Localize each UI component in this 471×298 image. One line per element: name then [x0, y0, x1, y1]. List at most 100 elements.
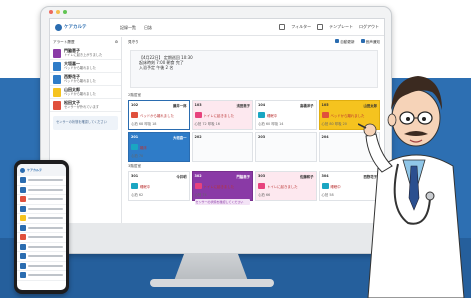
template-icon[interactable]	[317, 24, 324, 30]
alert-status-icon	[53, 87, 61, 97]
template-link[interactable]: テンプレート	[329, 24, 353, 30]
filter-icon[interactable]	[279, 24, 286, 30]
alert-header-label: アラート履歴	[53, 39, 75, 44]
status-text: 睡眠中	[267, 113, 278, 118]
phone-list-item[interactable]	[17, 195, 66, 205]
sidebar-note: センサーの状態を確認してください	[53, 116, 118, 130]
status-text: 睡眠中	[140, 184, 151, 189]
room-number: 202	[194, 135, 202, 139]
phone-status-icon	[20, 262, 26, 269]
phone-logo-icon	[20, 167, 25, 173]
room-card[interactable]: 302 門脇恵子 トイレに起きました 心拍 74 センサーの状態を確認してください	[191, 171, 253, 205]
tab-diary[interactable]: 日誌	[144, 25, 152, 31]
window-controls	[41, 7, 391, 17]
room-card[interactable]: 103 浅田恵子トイレに起きました心拍 72 呼吸 16	[191, 100, 253, 130]
alert-item[interactable]: 松田文子 センサーが外れています	[50, 99, 121, 112]
room-card[interactable]: 102 藤井一郎 ベッドから離れました心拍 68 呼吸 18	[128, 100, 190, 130]
room-card-header: 203	[258, 135, 314, 139]
vital-values: 心拍 68 呼吸 18	[131, 122, 157, 126]
room-status: トイレに起きました	[194, 111, 251, 119]
app-header: ケアカルテ フィルター テンプレート ログアウト	[50, 19, 384, 36]
alert-item[interactable]: 西野花子 ベッドから離れました	[50, 73, 121, 86]
phone-list-item[interactable]	[17, 252, 66, 262]
alert-item[interactable]: 山田太郎 ベッドから離れました	[50, 86, 121, 99]
alert-status-icon	[53, 48, 61, 58]
room-row-3: 301 今井明 睡眠中 心拍 62 302 門脇恵子 トイレに起きました 心拍 74 センサーの…	[124, 171, 384, 205]
room-card[interactable]: 202	[191, 132, 253, 162]
phone-screen: ケアカルテ	[17, 164, 66, 290]
room-row-1: 102 藤井一郎 ベッドから離れました 心拍 68 呼吸 18 103 浅田恵子 トイレに起…	[124, 100, 384, 130]
room-number: 203	[258, 135, 266, 139]
auto-refresh-check[interactable]: 自動更新	[335, 39, 355, 45]
room-number: 301	[131, 174, 139, 178]
alert-list: 門脇恵子 トイレに起き上がりました 大垣喜一 ベッドから離れました 西野花子 ベッドから離…	[50, 47, 121, 112]
vital-values: 心拍 66	[258, 193, 271, 197]
sensor-warning: センサーの状態を確認してください	[194, 199, 250, 205]
minimize-dot[interactable]	[56, 10, 60, 14]
logo-icon	[55, 23, 62, 31]
room-status: トイレに起きました	[194, 182, 251, 190]
room-number: 302	[194, 174, 202, 178]
phone-list-item[interactable]	[17, 233, 66, 243]
app-logo[interactable]: ケアカルテ	[55, 23, 87, 31]
phone-list-item[interactable]	[17, 176, 66, 186]
phone-header: ケアカルテ	[17, 164, 66, 176]
status-icon	[131, 144, 138, 150]
phone-list-item[interactable]	[17, 186, 66, 195]
status-text: トイレに起きました	[267, 184, 298, 189]
monitoring-main: 見守り 自動更新 音声通知 【4月22日】 定期巡回 10:30 起床時刻 7:…	[124, 37, 384, 223]
phone-list-item[interactable]	[17, 243, 66, 252]
room-card[interactable]: 201 大垣喜一 離床 心拍 70	[128, 132, 190, 162]
monitor-stand-base	[150, 279, 274, 287]
status-icon	[131, 183, 138, 189]
toolbar-checks: 自動更新 音声通知	[335, 39, 380, 45]
phone-list-item[interactable]	[17, 262, 66, 271]
app-screen: ケアカルテ フィルター テンプレート ログアウト 記録一覧 日誌 アラート履歴 …	[49, 18, 385, 224]
sound-alert-check[interactable]: 音声通知	[360, 39, 380, 45]
room-card[interactable]: 301 今井明 睡眠中 心拍 62	[128, 171, 190, 201]
room-card[interactable]: 203	[255, 132, 317, 162]
room-card[interactable]: 104 高橋洋子 睡眠中 心拍 60 呼吸 14	[255, 100, 317, 130]
status-text: トイレに起きました	[203, 113, 235, 118]
room-number: 105	[321, 103, 329, 107]
vital-values: 心拍 72 呼吸 16	[194, 122, 220, 126]
alert-item[interactable]: 大垣喜一 ベッドから離れました	[50, 60, 121, 73]
room-number: 104	[258, 103, 266, 107]
phone-list-item[interactable]	[17, 214, 66, 224]
phone-list-item[interactable]	[17, 224, 66, 233]
phone-status-icon	[20, 272, 26, 279]
resident-name: 浅田恵子	[236, 104, 250, 108]
alert-item[interactable]: 門脇恵子 トイレに起き上がりました	[50, 47, 121, 60]
info-panel: 【4月22日】 定期巡回 10:30 起床時刻 7:00 朝食 完了 入浴予定 …	[130, 50, 378, 88]
room-status: ベッドから離れました	[131, 111, 187, 119]
phone-list-item[interactable]	[17, 205, 66, 214]
phone-status-icon	[20, 234, 26, 241]
room-card-header: 103 浅田恵子	[195, 103, 251, 108]
room-card-header: 102 藤井一郎	[131, 103, 187, 108]
room-card[interactable]: 303 佐藤和子トイレに起きました心拍 66	[255, 171, 317, 201]
room-card-header: 104 高橋洋子	[258, 103, 314, 108]
room-status: 睡眠中	[258, 111, 314, 119]
status-icon	[321, 112, 329, 118]
room-card-header: 303 佐藤和子	[258, 174, 314, 179]
tab-records[interactable]: 記録一覧	[120, 25, 136, 31]
logout-link[interactable]: ログアウト	[359, 24, 379, 30]
alert-sidebar-header: アラート履歴 ⚙	[50, 37, 121, 47]
settings-icon[interactable]: ⚙	[115, 40, 118, 44]
monitor-chin	[41, 223, 391, 253]
room-card-header: 201 大垣喜一	[131, 135, 187, 140]
filter-link[interactable]: フィルター	[291, 24, 311, 30]
phone-list-item[interactable]	[17, 271, 66, 281]
main-toolbar: 見守り 自動更新 音声通知	[124, 37, 384, 47]
section-label-floor2: 2階居室	[128, 93, 142, 97]
close-dot[interactable]	[49, 10, 53, 14]
alert-message: ベッドから離れました	[64, 92, 96, 96]
status-icon	[321, 183, 329, 189]
status-icon	[131, 112, 138, 118]
desktop-monitor: ケアカルテ フィルター テンプレート ログアウト 記録一覧 日誌 アラート履歴 …	[40, 6, 392, 254]
status-icon	[194, 183, 202, 189]
info-line: 入浴予定 午後 2 名	[139, 65, 174, 71]
phone-status-icon	[20, 186, 26, 193]
logo-text: ケアカルテ	[64, 25, 87, 30]
maximize-dot[interactable]	[63, 10, 67, 14]
